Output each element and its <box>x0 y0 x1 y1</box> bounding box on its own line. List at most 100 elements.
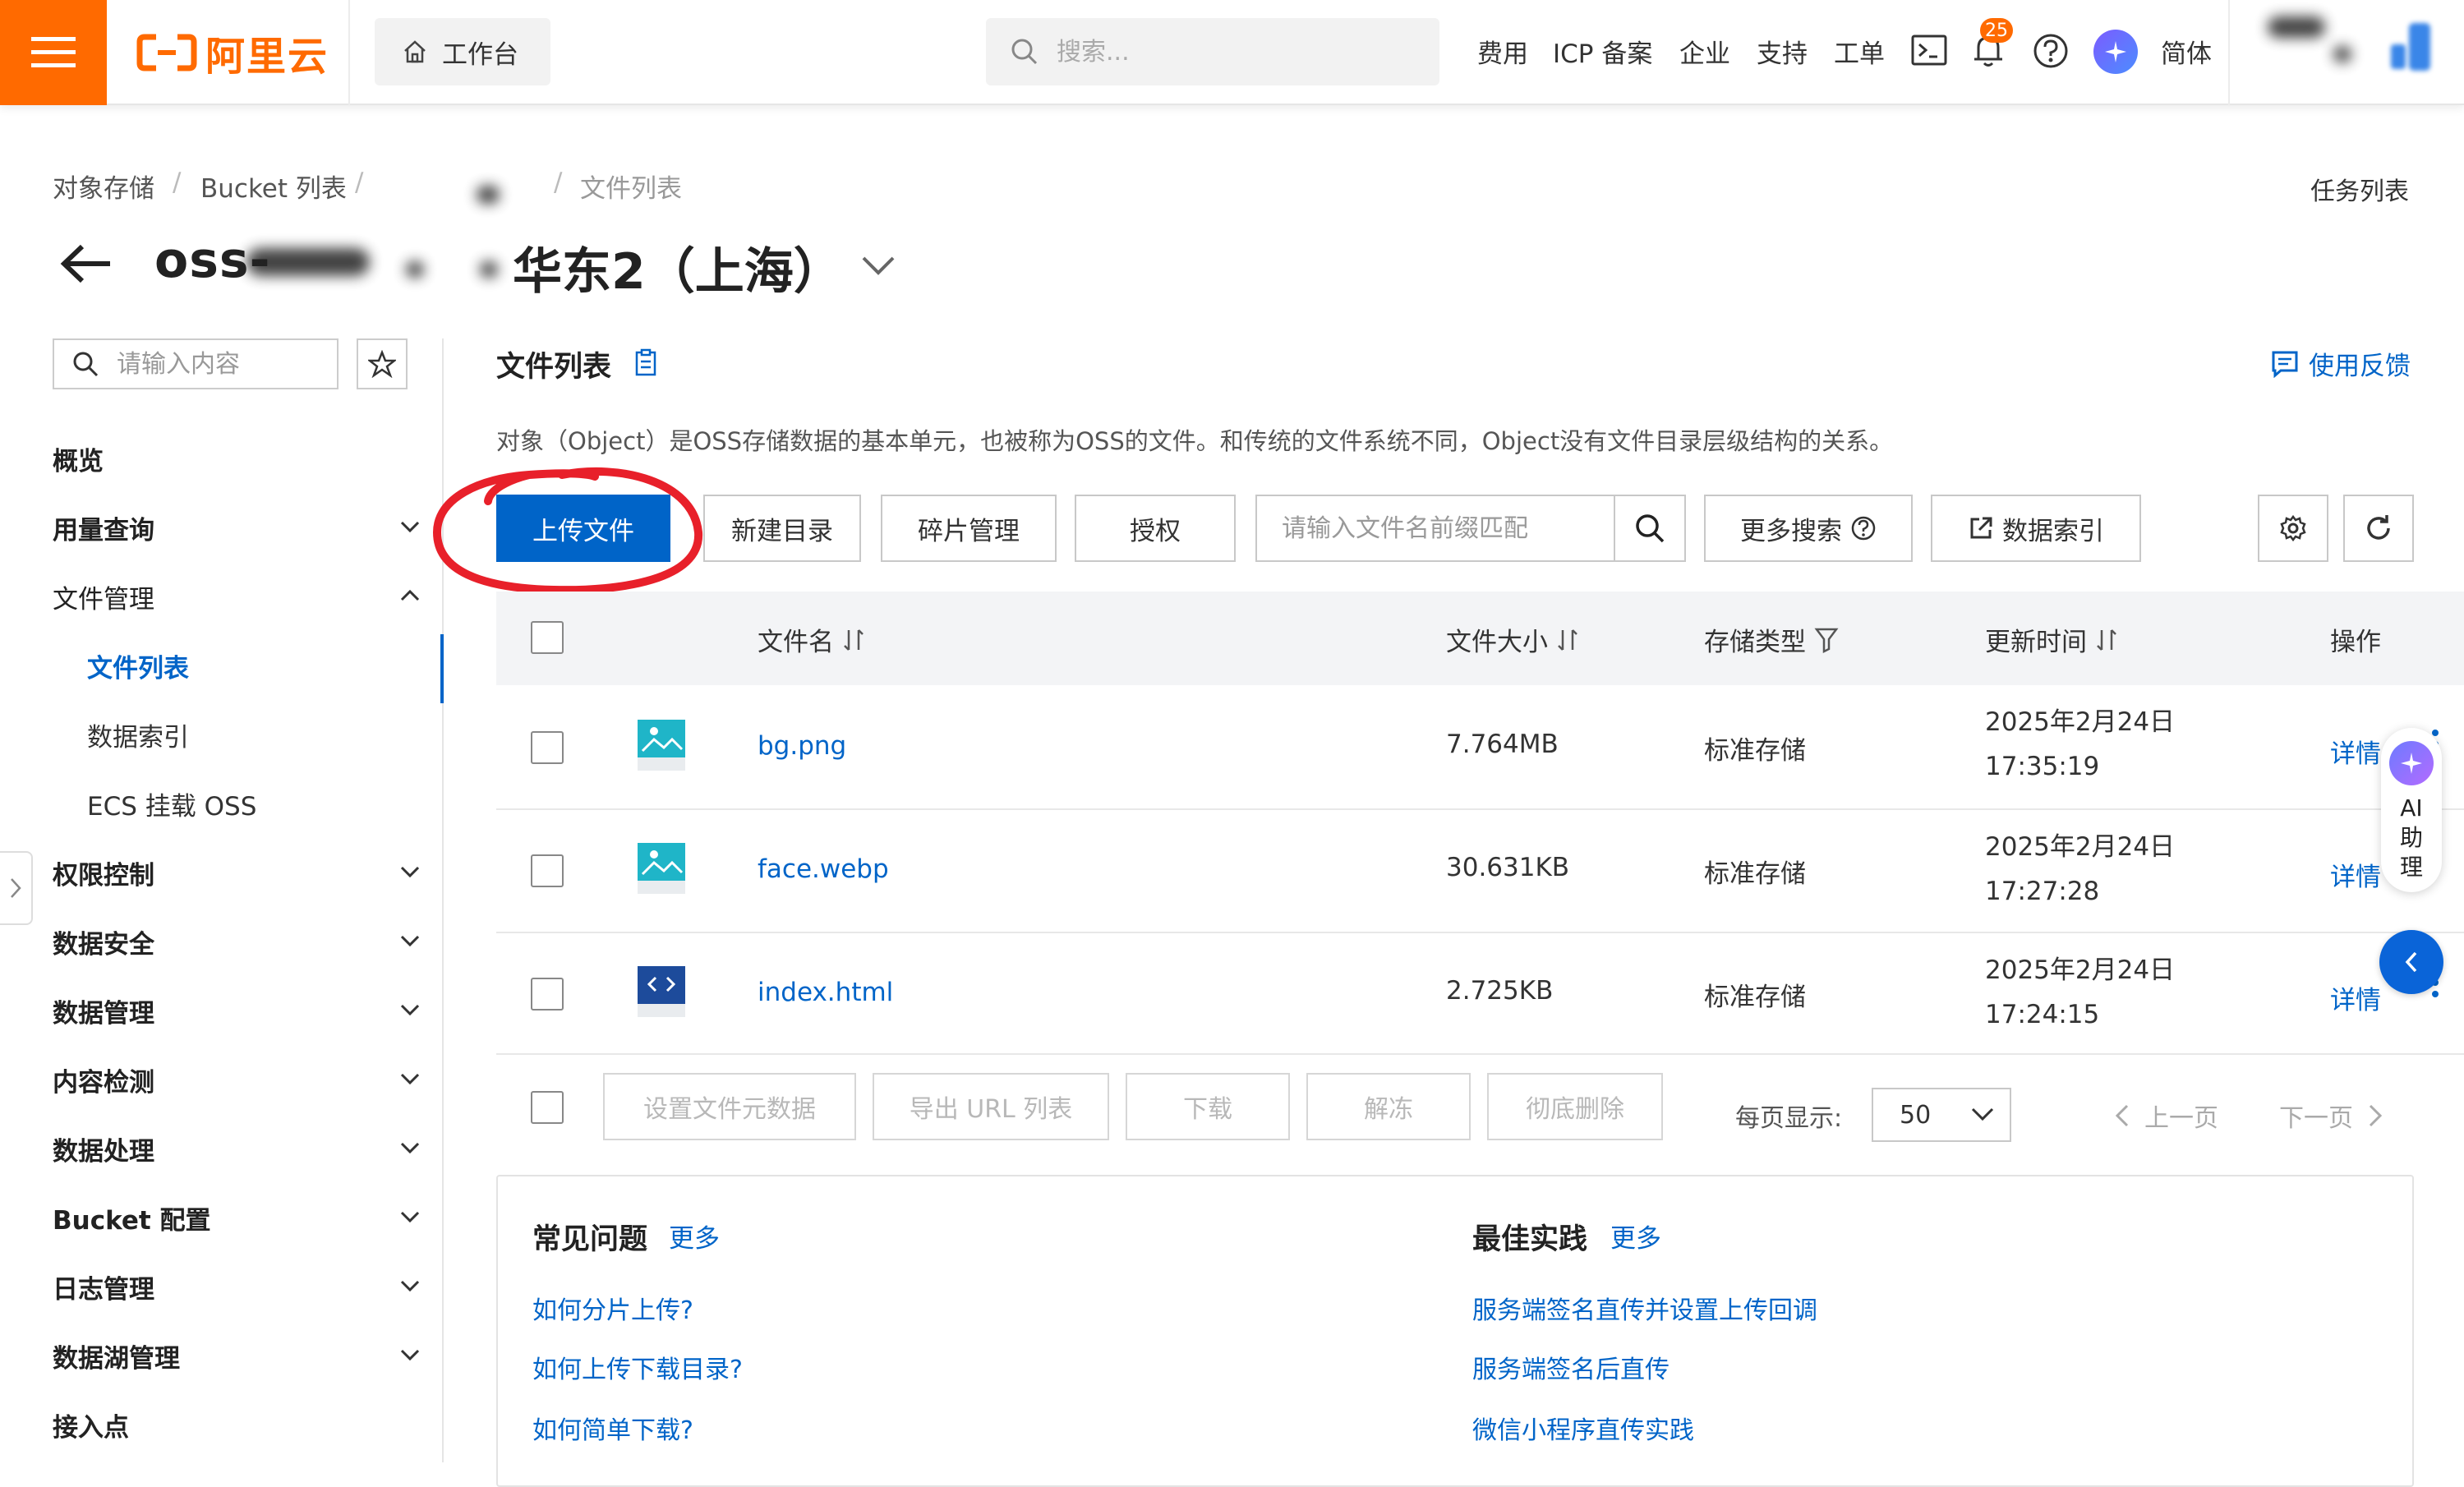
row-checkbox[interactable] <box>531 978 564 1011</box>
file-name-link[interactable]: bg.png <box>758 731 846 761</box>
file-name-link[interactable]: face.webp <box>758 854 889 884</box>
authorize-button[interactable]: 授权 <box>1075 495 1236 562</box>
document-icon[interactable] <box>634 348 657 376</box>
batch-select-checkbox[interactable] <box>531 1091 564 1124</box>
breadcrumb-oss[interactable]: 对象存储 <box>53 168 154 205</box>
sidebar-search-input[interactable] <box>117 349 330 379</box>
favorite-button[interactable] <box>357 338 408 389</box>
fragment-management-button[interactable]: 碎片管理 <box>881 495 1057 562</box>
sidebar-item-access-point[interactable]: 接入点 <box>53 1400 422 1449</box>
file-search-button[interactable] <box>1614 496 1684 560</box>
brand-logo[interactable]: 阿里云 <box>136 28 329 80</box>
workbench-label: 工作台 <box>442 39 518 70</box>
select-all-checkbox[interactable] <box>531 621 564 654</box>
sidebar-item-data-security[interactable]: 数据安全 <box>53 917 422 966</box>
best-practice-link[interactable]: 微信小程序直传实践 <box>1472 1410 1694 1446</box>
ai-assistant-label: AI 助理 <box>2381 794 2442 882</box>
help-icon[interactable] <box>2033 33 2069 69</box>
chevron-down-icon <box>400 1280 420 1292</box>
sidebar-item-content-detection[interactable]: 内容检测 <box>53 1055 422 1104</box>
hamburger-menu-button[interactable] <box>0 0 107 105</box>
next-page-button[interactable]: 下一页 <box>2279 1098 2383 1134</box>
column-header-size[interactable]: 文件大小 <box>1446 621 1579 658</box>
row-checkbox[interactable] <box>531 854 564 887</box>
language-switch[interactable]: 简体 <box>2161 33 2212 70</box>
task-list-link[interactable]: 任务列表 <box>2310 171 2409 207</box>
chevron-right-icon <box>11 878 21 898</box>
nav-icp[interactable]: ICP 备案 <box>1553 33 1652 70</box>
sidebar-item-access-control[interactable]: 权限控制 <box>53 848 422 897</box>
column-header-filename[interactable]: 文件名 <box>758 621 865 658</box>
page-size-value: 50 <box>1900 1100 1932 1130</box>
export-url-list-button[interactable]: 导出 URL 列表 <box>873 1073 1109 1140</box>
details-link[interactable]: 详情 <box>2330 856 2381 893</box>
sidebar-item-usage[interactable]: 用量查询 <box>53 503 422 552</box>
column-header-storage-type[interactable]: 存储类型 <box>1704 621 1839 658</box>
back-arrow-icon[interactable] <box>59 243 113 284</box>
page-size-select[interactable]: 50 <box>1872 1088 2011 1142</box>
best-practice-link[interactable]: 服务端签名后直传 <box>1472 1349 1670 1385</box>
nav-ticket[interactable]: 工单 <box>1834 33 1885 70</box>
faq-more-link[interactable]: 更多 <box>669 1218 720 1255</box>
sidebar-item-file-management[interactable]: 文件管理 <box>53 572 422 621</box>
faq-link[interactable]: 如何分片上传? <box>532 1290 693 1326</box>
ai-assistant-widget[interactable]: AI 助理 <box>2381 728 2442 892</box>
sidebar-item-file-list[interactable]: 文件列表 <box>87 641 457 690</box>
help-circle-icon <box>1851 516 1876 541</box>
file-prefix-search-input[interactable] <box>1257 496 1614 560</box>
download-button[interactable]: 下载 <box>1126 1073 1290 1140</box>
best-practice-more-link[interactable]: 更多 <box>1610 1218 1661 1255</box>
breadcrumb-bucket-list[interactable]: Bucket 列表 <box>200 168 347 205</box>
chevron-down-icon <box>400 935 420 947</box>
feedback-link[interactable]: 使用反馈 <box>2271 345 2411 382</box>
more-search-button[interactable]: 更多搜索 <box>1704 495 1913 562</box>
sidebar-item-data-management[interactable]: 数据管理 <box>53 986 422 1035</box>
feedback-icon <box>2272 351 2298 378</box>
faq-link[interactable]: 如何上传下载目录? <box>532 1349 743 1385</box>
sidebar-item-overview[interactable]: 概览 <box>53 434 422 483</box>
unfreeze-button[interactable]: 解冻 <box>1306 1073 1471 1140</box>
sidebar-item-label: 内容检测 <box>53 1067 154 1098</box>
column-header-updated[interactable]: 更新时间 <box>1985 621 2118 658</box>
faq-link[interactable]: 如何简单下载? <box>532 1410 693 1446</box>
set-metadata-button[interactable]: 设置文件元数据 <box>603 1073 856 1140</box>
details-link[interactable]: 详情 <box>2330 733 2381 770</box>
chevron-down-icon[interactable] <box>861 255 896 276</box>
prev-page-button[interactable]: 上一页 <box>2115 1098 2218 1134</box>
workbench-button[interactable]: 工作台 <box>375 18 550 85</box>
sidebar-item-data-index[interactable]: 数据索引 <box>87 710 457 759</box>
refresh-button[interactable] <box>2343 495 2414 562</box>
settings-button[interactable] <box>2258 495 2328 562</box>
breadcrumb-file-list: 文件列表 <box>580 174 682 204</box>
nav-enterprise[interactable]: 企业 <box>1679 33 1730 70</box>
sidebar-toggle-button[interactable] <box>0 851 33 925</box>
sidebar-item-bucket-config[interactable]: Bucket 配置 <box>53 1193 422 1242</box>
permanent-delete-button[interactable]: 彻底删除 <box>1487 1073 1663 1140</box>
new-directory-button[interactable]: 新建目录 <box>703 495 861 562</box>
sidebar-item-data-lake[interactable]: 数据湖管理 <box>53 1331 422 1380</box>
redacted-user-avatar[interactable] <box>2391 20 2450 74</box>
sidebar-item-log-management[interactable]: 日志管理 <box>53 1262 422 1311</box>
redacted-user-area <box>2333 46 2351 62</box>
nav-support[interactable]: 支持 <box>1757 33 1808 70</box>
global-search[interactable] <box>986 18 1439 85</box>
sidebar-item-ecs-mount[interactable]: ECS 挂载 OSS <box>87 779 457 828</box>
redacted-bucket-name <box>246 248 370 276</box>
global-search-input[interactable] <box>1057 37 1385 67</box>
assistant-collapse-button[interactable] <box>2379 930 2443 994</box>
nav-fees[interactable]: 费用 <box>1477 33 1528 70</box>
row-checkbox[interactable] <box>531 731 564 764</box>
ai-star-avatar[interactable] <box>2093 30 2138 74</box>
sidebar-search[interactable] <box>53 338 339 389</box>
file-prefix-search[interactable] <box>1255 495 1686 562</box>
sidebar-item-data-processing[interactable]: 数据处理 <box>53 1124 422 1173</box>
details-link[interactable]: 详情 <box>2330 979 2381 1016</box>
file-name-link[interactable]: index.html <box>758 978 893 1007</box>
sidebar-active-indicator <box>440 634 444 703</box>
terminal-icon[interactable] <box>1911 35 1947 66</box>
page-description: 对象（Object）是OSS存储数据的基本单元，也被称为OSS的文件。和传统的文… <box>496 427 1894 455</box>
data-index-button[interactable]: 数据索引 <box>1931 495 2141 562</box>
column-label: 更新时间 <box>1985 628 2087 657</box>
best-practice-link[interactable]: 服务端签名直传并设置上传回调 <box>1472 1290 1817 1326</box>
chevron-down-icon <box>400 1349 420 1361</box>
